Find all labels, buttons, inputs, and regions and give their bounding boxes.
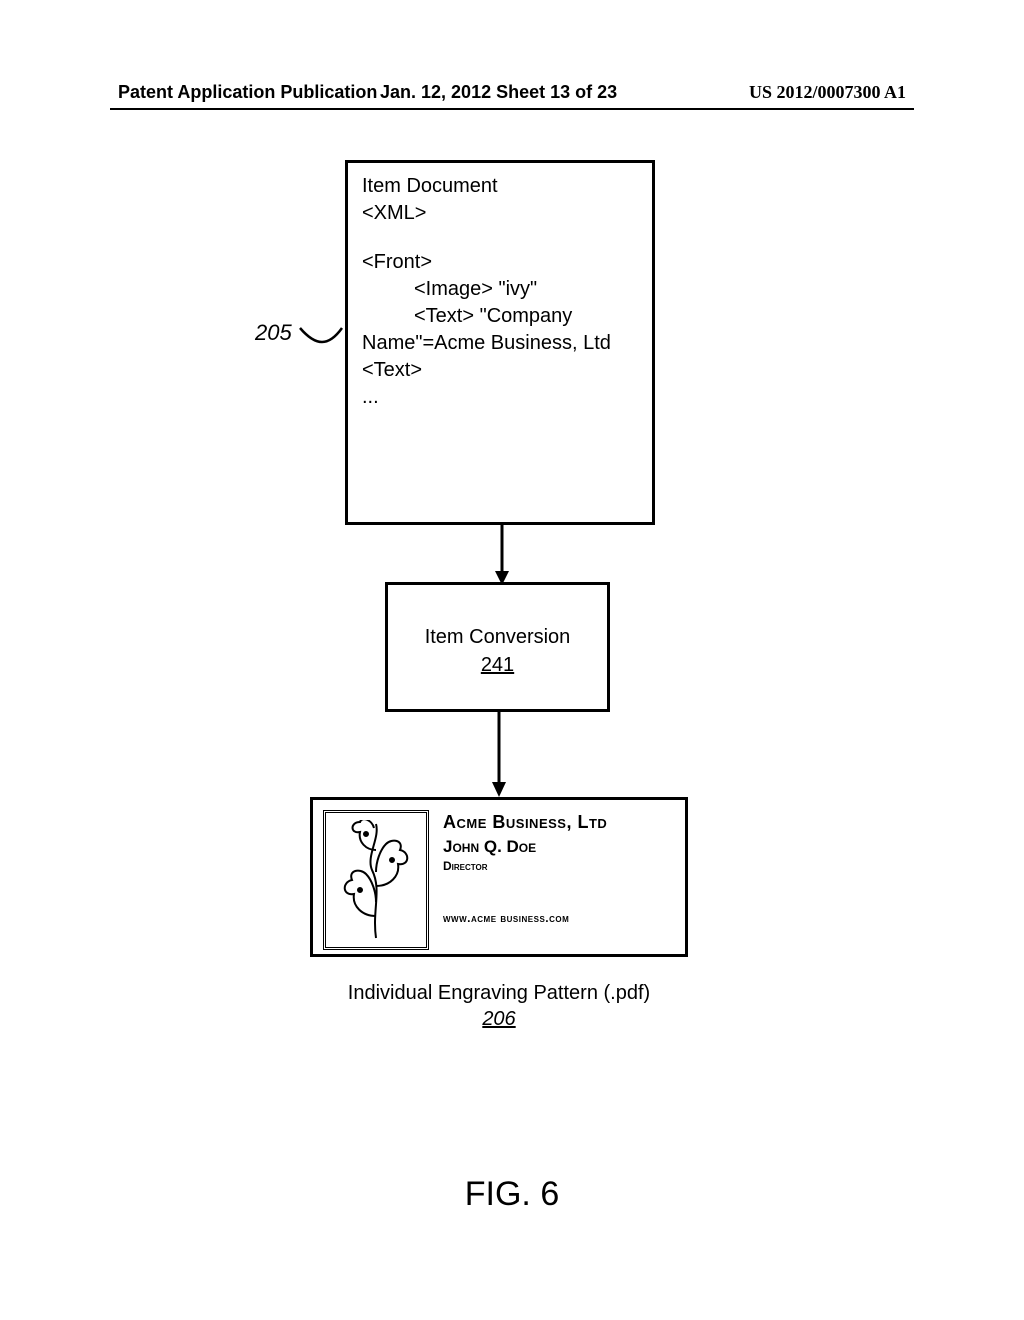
- box1-line2: <XML>: [362, 200, 638, 227]
- header-right: US 2012/0007300 A1: [749, 82, 906, 103]
- box1-line5: <Text> "Company: [362, 303, 638, 330]
- box1-line1: Item Document: [362, 173, 638, 200]
- box2-label: Item Conversion: [388, 623, 607, 651]
- output-caption: Individual Engraving Pattern (.pdf) 206: [310, 980, 688, 1032]
- item-conversion-box: Item Conversion 241: [385, 582, 610, 712]
- lead-line-205: [298, 322, 344, 348]
- box1-line7: <Text>: [362, 357, 638, 384]
- reference-numeral-206: 206: [310, 1006, 688, 1032]
- header-rule: [110, 108, 914, 110]
- figure-label: FIG. 6: [0, 1175, 1024, 1214]
- reference-numeral-205: 205: [255, 320, 292, 346]
- box2-number: 241: [388, 651, 607, 679]
- box1-line6: Name"=Acme Business, Ltd: [362, 330, 638, 357]
- page-header: Patent Application Publication Jan. 12, …: [0, 82, 1024, 103]
- item-document-box: Item Document <XML> <Front> <Image> "ivy…: [345, 160, 655, 525]
- box1-line3: <Front>: [362, 249, 638, 276]
- box1-line8: ...: [362, 384, 638, 411]
- ivy-image-icon: [323, 810, 429, 950]
- header-left: Patent Application Publication: [118, 82, 377, 103]
- arrow-down-1: [495, 525, 509, 585]
- card-text-block: Acme Business, Ltd John Q. Doe Director …: [443, 810, 675, 944]
- box1-line4: <Image> "ivy": [362, 276, 638, 303]
- arrow-down-2: [492, 712, 506, 797]
- card-person-title: Director: [443, 859, 675, 873]
- header-center: Jan. 12, 2012 Sheet 13 of 23: [380, 82, 617, 103]
- card-url: www.acme business.com: [443, 911, 675, 925]
- caption-text: Individual Engraving Pattern (.pdf): [310, 980, 688, 1006]
- card-company: Acme Business, Ltd: [443, 812, 675, 833]
- business-card-output: Acme Business, Ltd John Q. Doe Director …: [310, 797, 688, 957]
- card-person-name: John Q. Doe: [443, 837, 675, 857]
